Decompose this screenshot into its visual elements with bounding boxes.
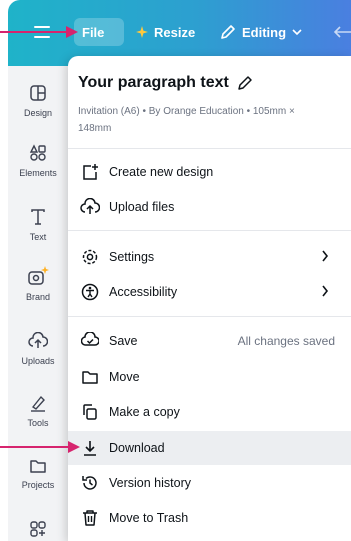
copy-icon bbox=[83, 404, 97, 420]
settings-item[interactable]: Settings bbox=[68, 240, 351, 274]
sidebar-item-tools[interactable]: Tools bbox=[8, 394, 68, 428]
uploads-icon bbox=[28, 332, 48, 348]
sidebar-item-elements[interactable]: Elements bbox=[8, 144, 68, 178]
create-new-design-item[interactable]: Create new design bbox=[68, 155, 351, 189]
brand-icon bbox=[28, 266, 49, 285]
accessibility-icon bbox=[81, 283, 99, 301]
chevron-down-icon bbox=[292, 29, 302, 36]
menu-item-label: Move to Trash bbox=[109, 511, 189, 525]
make-a-copy-item[interactable]: Make a copy bbox=[68, 395, 351, 429]
version-history-icon bbox=[82, 476, 97, 490]
undo-arrow-icon bbox=[334, 26, 351, 38]
menu-item-label: Version history bbox=[109, 476, 191, 490]
folder-icon bbox=[82, 371, 98, 384]
sidebar-item-projects[interactable]: Projects bbox=[8, 458, 68, 490]
file-menu-label: File bbox=[82, 24, 105, 40]
menu-item-label: Download bbox=[109, 441, 165, 455]
app-window: File Resize Editing Design Elements Text… bbox=[0, 0, 351, 541]
version-history-item[interactable]: Version history bbox=[68, 466, 351, 500]
menu-item-label: Save bbox=[109, 334, 138, 348]
file-menu-panel: Your paragraph text Invitation (A6) • By… bbox=[68, 56, 351, 541]
sidebar-item-brand[interactable]: Brand bbox=[8, 266, 68, 302]
sidebar-item-design[interactable]: Design bbox=[8, 84, 68, 118]
sidebar-item-label: Design bbox=[23, 108, 52, 118]
document-meta: Invitation (A6) • By Orange Education • … bbox=[78, 106, 295, 134]
resize-label: Resize bbox=[154, 24, 196, 40]
document-title[interactable]: Your paragraph text bbox=[78, 74, 253, 92]
divider bbox=[68, 230, 351, 231]
editing-mode-button[interactable]: Editing bbox=[220, 18, 302, 46]
elements-icon bbox=[29, 144, 46, 161]
menu-item-label: Upload files bbox=[109, 200, 175, 214]
menu-item-label: Settings bbox=[109, 250, 155, 264]
divider bbox=[68, 148, 351, 149]
main-menu-button[interactable] bbox=[28, 18, 56, 46]
save-status: All changes saved bbox=[237, 334, 335, 348]
chevron-right-icon bbox=[322, 250, 329, 262]
text-icon bbox=[31, 209, 45, 225]
projects-icon bbox=[30, 460, 46, 473]
menu-item-label: Create new design bbox=[109, 165, 214, 179]
sidebar-item-uploads[interactable]: Uploads bbox=[8, 332, 68, 366]
move-to-trash-item[interactable]: Move to Trash bbox=[68, 501, 351, 535]
move-item[interactable]: Move bbox=[68, 360, 351, 394]
download-item[interactable]: Download bbox=[68, 431, 351, 465]
create-new-design-icon bbox=[83, 164, 98, 180]
download-icon bbox=[84, 441, 96, 456]
sidebar-item-label: Brand bbox=[25, 292, 51, 302]
menu-item-label: Accessibility bbox=[109, 285, 178, 299]
upload-cloud-icon bbox=[80, 198, 100, 214]
apps-icon bbox=[30, 521, 46, 537]
hamburger-menu-icon bbox=[34, 26, 50, 38]
sidebar-item-text[interactable]: Text bbox=[8, 208, 68, 242]
sidebar-item-apps[interactable] bbox=[8, 520, 68, 538]
pencil-icon[interactable] bbox=[237, 75, 253, 91]
menu-item-label: Move bbox=[109, 370, 140, 384]
trash-icon bbox=[83, 510, 97, 526]
menu-item-label: Make a copy bbox=[109, 405, 180, 419]
upload-files-item[interactable]: Upload files bbox=[68, 190, 351, 224]
save-check-icon bbox=[81, 332, 99, 346]
divider bbox=[68, 316, 351, 317]
file-menu-button[interactable]: File bbox=[74, 18, 124, 46]
sidebar-item-label: Projects bbox=[21, 480, 55, 490]
pencil-icon bbox=[221, 25, 235, 39]
sidebar-item-label: Uploads bbox=[21, 356, 55, 366]
undo-button[interactable] bbox=[334, 18, 351, 46]
document-title-text: Your paragraph text bbox=[78, 74, 229, 91]
accessibility-item[interactable]: Accessibility bbox=[68, 275, 351, 309]
sidebar-item-label: Tools bbox=[27, 418, 49, 428]
left-sidebar: Design Elements Text Brand Uploads Tools… bbox=[8, 66, 68, 541]
save-item[interactable]: Save All changes saved bbox=[68, 324, 351, 358]
resize-button[interactable]: Resize bbox=[136, 18, 195, 46]
sparkle-crown-icon bbox=[136, 26, 148, 38]
chevron-right-icon bbox=[322, 285, 329, 297]
settings-gear-icon bbox=[82, 249, 98, 265]
sidebar-item-label: Elements bbox=[19, 168, 57, 178]
design-icon bbox=[30, 85, 46, 101]
editing-label: Editing bbox=[242, 24, 287, 40]
tools-icon bbox=[31, 395, 45, 412]
sidebar-item-label: Text bbox=[29, 232, 47, 242]
